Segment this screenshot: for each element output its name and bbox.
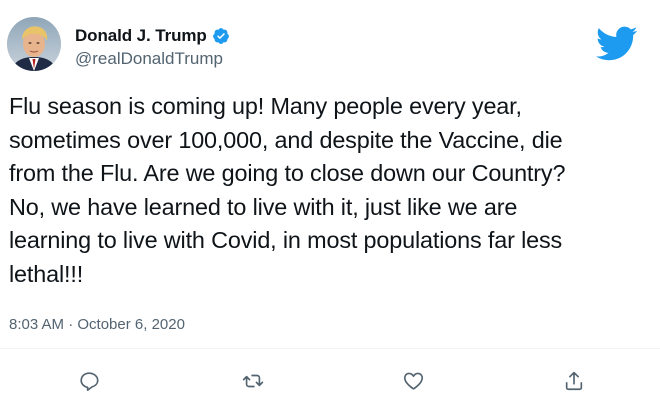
author-name-row[interactable]: Donald J. Trump [75,26,230,46]
tweet-timestamp[interactable]: 8:03 AM · October 6, 2020 [9,316,185,333]
tweet-card: Donald J. Trump @realDonaldTrump Flu sea… [0,0,660,402]
twitter-bird-icon[interactable] [596,26,638,62]
share-icon [565,371,583,391]
tweet-text: Flu season is coming up! Many people eve… [9,93,566,287]
retweet-icon [242,374,264,388]
share-button[interactable] [561,368,587,394]
display-name[interactable]: Donald J. Trump [75,26,207,46]
like-button[interactable] [400,368,426,394]
verified-badge-icon [212,27,230,45]
user-handle[interactable]: @realDonaldTrump [75,49,223,69]
action-bar [0,368,660,394]
retweet-button[interactable] [240,368,266,394]
divider [0,348,660,349]
avatar[interactable] [7,17,61,71]
reply-button[interactable] [76,368,102,394]
reply-icon [80,372,99,391]
heart-icon [403,372,423,390]
